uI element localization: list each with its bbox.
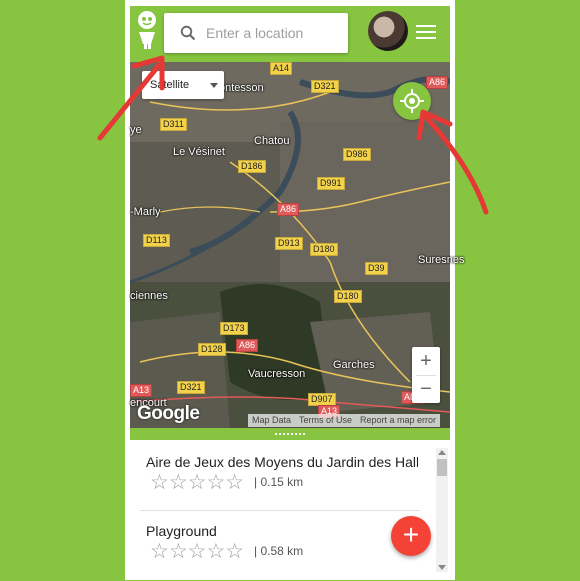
town-label: ontesson: [219, 82, 264, 94]
add-place-button[interactable]: +: [391, 516, 431, 556]
road-label: D321: [177, 381, 205, 394]
place-distance: | 0.58 km: [254, 544, 304, 558]
place-name: Aire de Jeux des Moyens du Jardin des Ha…: [146, 454, 418, 470]
zoom-out-button[interactable]: −: [412, 375, 440, 403]
road-label: D113: [143, 234, 170, 247]
hamburger-menu-icon[interactable]: [416, 25, 436, 39]
map-type-label: Satellite: [150, 79, 190, 91]
road-label: A86: [277, 203, 300, 216]
report-error-link[interactable]: Report a map error: [356, 415, 440, 425]
crosshair-locate-icon[interactable]: [393, 82, 431, 120]
road-label: D913: [275, 237, 303, 250]
star-rating[interactable]: ☆☆☆☆☆: [150, 541, 244, 563]
terms-link[interactable]: Terms of Use: [295, 415, 356, 425]
town-label: Garches: [333, 359, 375, 371]
road-label: D311: [160, 118, 187, 131]
list-item[interactable]: Playground ☆☆☆☆☆ | 0.58 km: [130, 511, 430, 581]
scroll-thumb[interactable]: [437, 459, 447, 476]
user-avatar[interactable]: [368, 11, 408, 51]
road-label: D173: [220, 322, 248, 335]
zoom-control: + −: [412, 347, 440, 403]
place-distance: | 0.15 km: [254, 475, 304, 489]
place-name: Playground: [146, 523, 217, 539]
location-search-box[interactable]: [164, 13, 348, 53]
zoom-in-button[interactable]: +: [412, 347, 440, 375]
attribution-bar: Report a map error: [356, 414, 441, 427]
road-label: D128: [198, 343, 226, 356]
list-item[interactable]: Aire de Jeux des Moyens du Jardin des Ha…: [130, 440, 430, 510]
star-rating[interactable]: ☆☆☆☆☆: [150, 472, 244, 494]
search-input[interactable]: [204, 24, 338, 42]
town-label: ye: [130, 124, 142, 136]
road-label: D186: [238, 160, 266, 173]
town-label: Suresnes: [418, 254, 465, 266]
search-icon: [180, 25, 196, 41]
road-label: D39: [365, 262, 388, 275]
drag-handle-icon[interactable]: [274, 432, 306, 436]
child-logo-icon[interactable]: [134, 10, 160, 50]
list-scrollbar[interactable]: [436, 448, 448, 572]
scroll-up-icon[interactable]: [438, 450, 446, 455]
road-label: D991: [317, 177, 345, 190]
town-label: -Marly: [130, 206, 161, 218]
town-label: Vaucresson: [248, 368, 306, 380]
town-label: Chatou: [254, 135, 290, 147]
road-label: A13: [130, 384, 153, 397]
road-label: D180: [334, 290, 362, 303]
road-label: A86: [236, 339, 259, 352]
places-list: Aire de Jeux des Moyens du Jardin des Ha…: [130, 440, 450, 580]
road-label: A14: [270, 62, 293, 75]
map-type-select[interactable]: Satellite: [142, 71, 224, 99]
chevron-down-icon: [210, 83, 218, 88]
attribution-bar: Map Data: [248, 414, 296, 427]
town-label: Le Vésinet: [173, 146, 225, 158]
map-data-link[interactable]: Map Data: [248, 415, 295, 425]
attribution-bar: Terms of Use: [295, 414, 357, 427]
google-logo: Google: [137, 403, 200, 424]
road-label: D986: [343, 148, 371, 161]
town-label: ciennes: [130, 290, 168, 302]
scroll-down-icon[interactable]: [438, 565, 446, 570]
road-label: D321: [311, 80, 339, 93]
divider: [416, 375, 436, 376]
road-label: D180: [310, 243, 338, 256]
